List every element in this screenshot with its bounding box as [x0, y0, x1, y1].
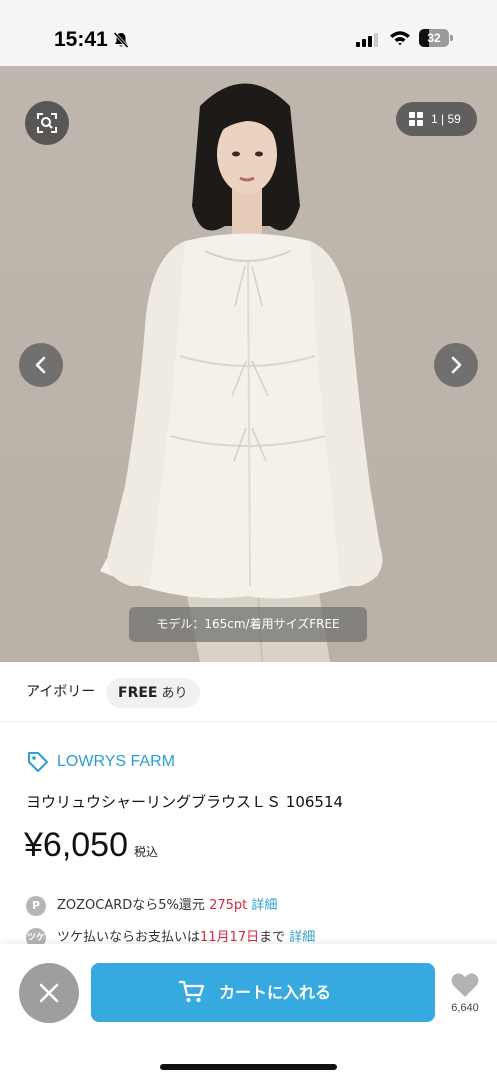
tsuke-text-before: ツケ払いならお支払いは: [57, 930, 201, 945]
add-to-cart-button[interactable]: カートに入れる: [91, 963, 435, 1022]
tsuke-detail-link[interactable]: 詳細: [289, 930, 315, 945]
image-search-button[interactable]: [25, 101, 69, 145]
favorite-button[interactable]: 6,640: [445, 972, 485, 1022]
home-indicator: [160, 1064, 337, 1070]
status-time: 15:41: [54, 28, 108, 51]
size-option-free[interactable]: FREE あり: [106, 678, 200, 708]
close-button[interactable]: [19, 963, 79, 1023]
battery-level: 32: [427, 31, 441, 45]
signal-icon: [356, 33, 378, 47]
product-photo: [100, 83, 383, 662]
color-name: アイボリー: [26, 684, 96, 700]
grid-icon: [409, 112, 423, 126]
previous-image-button[interactable]: [19, 343, 63, 387]
favorite-count: 6,640: [451, 1002, 479, 1014]
next-image-button[interactable]: [434, 343, 478, 387]
status-bar: 15:41 32: [0, 0, 497, 66]
close-icon: [39, 983, 59, 1003]
brand-name: LOWRYS FARM: [57, 753, 175, 770]
cart-icon: [179, 980, 205, 1002]
bottom-action-bar: カートに入れる 6,640: [0, 944, 497, 1080]
tax-label: 税込: [134, 845, 159, 859]
tsuke-date: 11月17日: [200, 930, 260, 945]
price-value: ¥6,050: [24, 826, 128, 864]
variant-row: アイボリー FREE あり: [0, 662, 497, 722]
product-name: ヨウリュウシャーリングブラウスＬＳ 106514: [26, 793, 344, 811]
product-image-gallery[interactable]: 1 | 59 モデル：165cm/着用サイズFREE: [0, 66, 497, 662]
chevron-right-icon: [451, 356, 462, 374]
price: ¥6,050 税込: [24, 826, 158, 870]
size-name: FREE: [118, 685, 158, 701]
image-counter-text: 1 | 59: [431, 112, 461, 126]
chevron-left-icon: [35, 356, 46, 374]
zozocard-detail-link[interactable]: 詳細: [251, 898, 277, 913]
battery-icon: 32: [419, 29, 453, 47]
zozocard-text: ZOZOCARDなら5%還元: [57, 898, 205, 913]
point-badge-icon: P: [26, 896, 46, 916]
stock-status: あり: [161, 686, 188, 701]
image-search-icon: [37, 113, 57, 133]
model-size-caption: モデル：165cm/着用サイズFREE: [129, 607, 367, 642]
tag-icon: [28, 752, 48, 772]
tsuke-text-after: まで: [259, 930, 286, 945]
add-to-cart-label: カートに入れる: [219, 983, 332, 1002]
wifi-icon: [390, 31, 410, 46]
heart-icon: [451, 973, 479, 997]
image-counter[interactable]: 1 | 59: [396, 102, 477, 136]
bell-slash-icon: [113, 31, 129, 49]
zozocard-points: 275pt: [209, 898, 248, 913]
